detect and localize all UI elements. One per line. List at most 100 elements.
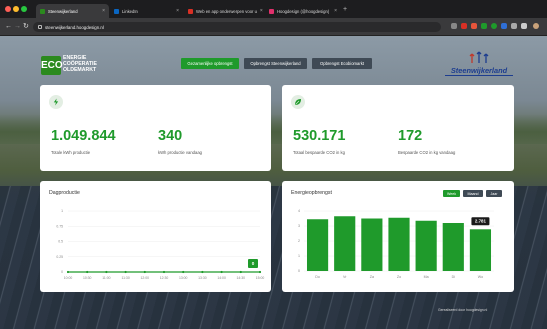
close-tab-icon[interactable]: × (334, 8, 337, 14)
profile-avatar[interactable] (533, 23, 539, 29)
kpi-card-co2: 530.171 Totaal bespaarde CO2 in kg 172 B… (282, 85, 514, 171)
extension-icon[interactable] (481, 23, 487, 29)
forward-arrow-icon[interactable]: → (14, 21, 21, 33)
browser-tab-label: LinkedIn (122, 8, 138, 14)
x-tick-label: 13:00 (179, 276, 188, 280)
y-tick-label: 0.25 (56, 255, 63, 259)
kpi-card-production: 1.049.844 Totale kWh productie 340 kWh p… (40, 85, 271, 171)
extension-icon[interactable] (451, 23, 457, 29)
municipality-logo[interactable]: Steenwijkerland (442, 50, 516, 78)
bar (361, 218, 383, 271)
data-point (220, 270, 223, 274)
browser-tab[interactable]: Web en app onderwerpen voor u × (184, 4, 264, 18)
x-tick-label: 15:00 (256, 276, 265, 280)
municipality-crest-icon (469, 51, 489, 63)
value-callout-label: 2.781 (475, 219, 487, 224)
lightning-icon (49, 95, 63, 109)
extension-icon[interactable] (521, 23, 527, 29)
site-favicon-icon (114, 8, 119, 14)
x-tick-label: 13:30 (198, 276, 207, 280)
x-tick-label: Do (315, 275, 320, 279)
today-kwh-label: kWh productie vandaag (158, 150, 202, 155)
close-tab-icon[interactable]: × (260, 8, 263, 14)
total-co2-value: 530.171 (293, 128, 346, 144)
extension-icon[interactable] (491, 23, 497, 29)
municipality-name: Steenwijkerland (450, 66, 508, 75)
municipality-underline (445, 75, 513, 76)
extension-icon[interactable] (461, 23, 467, 29)
data-point (86, 270, 89, 274)
data-point (182, 270, 185, 274)
x-tick-label: Vr (343, 275, 347, 279)
y-tick-label: 4 (298, 209, 300, 213)
address-bar[interactable]: steenwijkerland.hoogdesign.nl (33, 22, 441, 32)
value-callout-label: 0 (252, 261, 255, 266)
nav-button-opbrengst-ecobiomarkt[interactable]: Opbrengst Ecobiomarkt (312, 58, 372, 69)
data-point (239, 270, 242, 274)
bar (388, 217, 410, 271)
site-favicon-icon (188, 8, 193, 14)
browser-tab-label: Web en app onderwerpen voor u (196, 8, 257, 14)
extension-icon[interactable] (471, 23, 477, 29)
data-point (258, 270, 262, 274)
leaf-icon (291, 95, 305, 109)
y-tick-label: 0.75 (56, 224, 63, 228)
today-co2-label: Bespaarde CO2 in kg vandaag (398, 150, 456, 155)
bar (415, 220, 437, 271)
close-tab-icon[interactable]: × (176, 8, 179, 14)
y-tick-label: 0.5 (58, 240, 63, 244)
data-point (66, 270, 70, 274)
y-tick-label: 3 (298, 224, 300, 228)
new-tab-icon[interactable]: + (343, 4, 347, 16)
total-kwh-value: 1.049.844 (51, 128, 116, 144)
eco-logo[interactable]: ECO ENERGIE COÖPERATIE OLDEMARKT (41, 54, 121, 76)
data-point (162, 270, 166, 274)
close-window-icon[interactable] (5, 6, 11, 12)
eco-logo-badge: ECO (41, 56, 63, 75)
x-tick-label: Ma (424, 275, 429, 279)
extension-icon[interactable] (511, 23, 517, 29)
browser-tab[interactable]: LinkedIn × (110, 4, 183, 18)
x-tick-label: Di (452, 275, 456, 279)
x-tick-label: 12:00 (141, 276, 150, 280)
x-tick-label: 11:00 (102, 276, 110, 280)
close-tab-icon[interactable]: × (102, 8, 105, 14)
total-co2-label: Totaal bespaarde CO2 in kg (293, 150, 345, 155)
data-point (124, 270, 127, 274)
site-favicon-icon (40, 8, 45, 14)
site-favicon-icon (269, 8, 274, 14)
back-arrow-icon[interactable]: ← (5, 21, 12, 33)
x-tick-label: Za (370, 275, 374, 279)
day-production-card: Dagproductie 0 0.25 0.5 0.75 1 10:00 10:30 11:0… (40, 181, 271, 292)
reload-icon[interactable]: ↻ (23, 21, 29, 33)
total-kwh-label: Totale kWh productie (51, 150, 91, 155)
extension-icon[interactable] (501, 23, 507, 29)
today-kwh-value: 340 (158, 128, 183, 144)
browser-tab-label: Hoogdesign (@hoogdesign) (277, 8, 330, 14)
nav-button-opbrengst-steenwijkerland[interactable]: Opbrengst Steenwijkerland (244, 58, 307, 69)
nav-button-gezamenlijke-opbrengst[interactable]: Gezamenlijke opbrengst (181, 58, 239, 69)
y-tick-label: 0 (61, 270, 63, 274)
browser-tab[interactable]: Hoogdesign (@hoogdesign) × (265, 4, 341, 18)
y-tick-label: 1 (61, 209, 63, 213)
browser-tab[interactable]: Steenwijkerland × (36, 4, 109, 18)
address-bar-url: steenwijkerland.hoogdesign.nl (45, 24, 104, 30)
x-tick-label: 14:00 (217, 276, 226, 280)
bar (442, 223, 464, 271)
today-co2-value: 172 (398, 128, 423, 144)
eco-logo-text: ENERGIE COÖPERATIE OLDEMARKT (63, 55, 97, 74)
data-point (105, 270, 108, 274)
minimize-window-icon[interactable] (13, 6, 19, 12)
browser-tab-strip: Steenwijkerland × LinkedIn × Web en app … (0, 0, 547, 18)
x-tick-label: 12:30 (160, 276, 169, 280)
x-tick-label: 14:30 (237, 276, 246, 280)
data-point (143, 270, 146, 274)
bar (306, 219, 329, 271)
data-point (201, 270, 204, 274)
x-tick-label: 10:30 (83, 276, 92, 280)
x-tick-label: 10:00 (64, 276, 73, 280)
footer-credit: Gerealiseerd door hoogdesign.nl (438, 308, 488, 312)
x-tick-label: Wo (478, 275, 483, 279)
maximize-window-icon[interactable] (21, 6, 27, 12)
x-tick-label: Zo (397, 275, 401, 279)
